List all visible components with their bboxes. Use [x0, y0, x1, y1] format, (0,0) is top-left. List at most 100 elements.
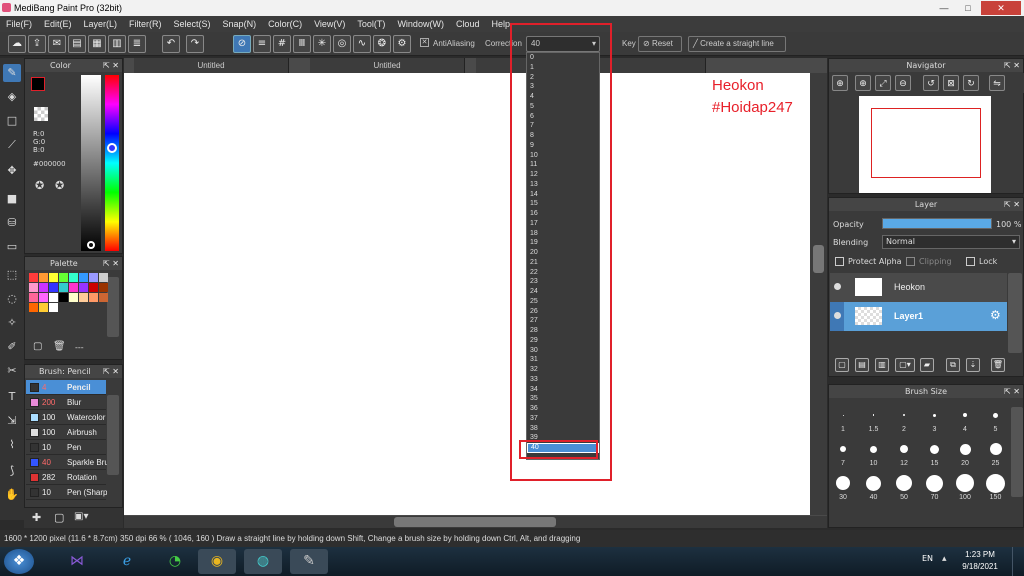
magic-wand-icon[interactable]: ✧ — [3, 314, 21, 332]
menu-tool[interactable]: Tool(T) — [351, 16, 391, 32]
drawing-canvas[interactable]: Heokon #Hoidap247 — [124, 73, 810, 515]
bucket-tool-icon[interactable]: ⛁ — [3, 214, 21, 232]
brush-size-dot[interactable] — [836, 476, 850, 490]
navigator-preview[interactable] — [859, 96, 991, 193]
palette-swatch[interactable] — [39, 293, 48, 302]
panel-close-icon[interactable]: ⇱ ✕ — [1004, 198, 1020, 211]
palette-swatch[interactable] — [49, 293, 58, 302]
palette-swatch[interactable] — [79, 293, 88, 302]
brush-item[interactable]: 100 Watercolor — [26, 410, 106, 425]
menu-filter[interactable]: Filter(R) — [123, 16, 168, 32]
brush-page-icon[interactable]: ▢ — [54, 511, 64, 524]
reset-button[interactable]: ⊘ Reset — [638, 36, 682, 52]
new-layer-menu-icon[interactable]: ▢▾ — [895, 358, 915, 372]
palette-scrollbar[interactable] — [107, 277, 119, 337]
brush-size-dot[interactable] — [926, 474, 943, 492]
brush-item[interactable]: 4 Pencil — [26, 380, 106, 395]
app-icon-green[interactable]: ◔ — [156, 549, 194, 574]
comment-icon[interactable]: ✉ — [48, 35, 66, 53]
menu-view[interactable]: View(V) — [308, 16, 351, 32]
snap-radial-icon[interactable]: ✳ — [313, 35, 331, 53]
brush-size-dot[interactable] — [993, 412, 998, 418]
redo-icon[interactable]: ↷ — [186, 35, 204, 53]
snap-off-icon[interactable]: ⊘ — [233, 35, 251, 53]
operation-tool-icon[interactable]: ⇲ — [3, 412, 21, 430]
brush-menu-icon[interactable]: ▣▾ — [74, 511, 88, 522]
visibility-eye-icon[interactable] — [834, 312, 841, 319]
palette-swatch[interactable] — [99, 293, 108, 302]
delete-palette-icon[interactable]: 🗑 — [53, 341, 66, 352]
select-eraser-icon[interactable]: ✂ — [3, 362, 21, 380]
zoom-actual-icon[interactable]: ⤢ — [875, 75, 891, 91]
palette-swatch[interactable] — [99, 273, 108, 282]
rotate-right-icon[interactable]: ↻ — [963, 75, 979, 91]
layer-row-heokon[interactable]: Heokon — [830, 273, 1007, 302]
brush-size-dot[interactable] — [963, 413, 967, 417]
palette-swatch[interactable] — [89, 293, 98, 302]
rectangle-tool-icon[interactable]: □ — [3, 112, 21, 130]
lock-checkbox[interactable] — [966, 257, 975, 266]
brush-size-dot[interactable] — [956, 474, 974, 492]
palette-swatch[interactable] — [39, 273, 48, 282]
brightness-slider[interactable] — [81, 75, 101, 251]
brush-size-dot[interactable] — [989, 443, 1002, 455]
brush-size-dot[interactable] — [959, 443, 971, 455]
brush-item[interactable]: 10 Pen — [26, 440, 106, 455]
brightness-handle[interactable] — [87, 241, 95, 249]
brush-size-dot[interactable] — [842, 414, 844, 416]
start-button[interactable]: ❖ — [4, 549, 34, 574]
create-straight-line-button[interactable]: ╱ Create a straight line — [688, 36, 786, 52]
palette-swatch[interactable] — [49, 273, 58, 282]
snap-grid-icon[interactable]: # — [273, 35, 291, 53]
zoom-in-icon[interactable]: ⊕ — [855, 75, 871, 91]
canvas-vertical-scrollbar[interactable] — [810, 73, 827, 515]
hue-handle[interactable] — [107, 143, 117, 153]
palette-swatch[interactable] — [89, 273, 98, 282]
divide-tool-icon[interactable]: ⟆ — [3, 462, 21, 480]
panel-close-icon[interactable]: ⇱ ✕ — [103, 365, 119, 378]
menu-snap[interactable]: Snap(N) — [217, 16, 263, 32]
share-icon[interactable]: ⇪ — [28, 35, 46, 53]
layer-settings-gear-icon[interactable]: ⚙ — [990, 308, 1001, 322]
snap-concentric-icon[interactable]: ◎ — [333, 35, 351, 53]
brush-scrollbar[interactable] — [107, 395, 119, 475]
transparent-color-swatch[interactable] — [34, 107, 48, 121]
medibang-icon[interactable]: ◍ — [244, 549, 282, 574]
snap-parallel-icon[interactable]: ≡ — [253, 35, 271, 53]
brush-size-dot[interactable] — [986, 473, 1005, 493]
brush-size-dot[interactable] — [900, 445, 908, 453]
new-halftone-layer-icon[interactable]: ▤ — [855, 358, 869, 372]
panel-close-icon[interactable]: ⇱ ✕ — [103, 257, 119, 270]
duplicate-layer-icon[interactable]: ⧉ — [946, 358, 960, 372]
menu-file[interactable]: File(F) — [0, 16, 38, 32]
visibility-eye-icon[interactable] — [834, 283, 841, 290]
brush-size-dot[interactable] — [870, 445, 877, 453]
brush-size-dot[interactable] — [933, 413, 936, 417]
new-layer-icon[interactable]: ▢ — [835, 358, 849, 372]
fill-rect-tool-icon[interactable]: ■ — [3, 190, 21, 208]
brush-tool-icon[interactable]: ✎ — [3, 64, 21, 82]
canvas-horizontal-scrollbar[interactable] — [124, 516, 827, 528]
palette-swatch[interactable] — [39, 303, 48, 312]
text-tool-icon[interactable]: T — [3, 388, 21, 406]
foreground-color-swatch[interactable] — [31, 77, 45, 91]
palette-swatch[interactable] — [59, 273, 68, 282]
clipping-checkbox[interactable] — [906, 257, 915, 266]
protect-alpha-checkbox[interactable] — [835, 257, 844, 266]
gradient-tool-icon[interactable]: ▭ — [3, 238, 21, 256]
paint-icon[interactable]: ✎ — [290, 549, 328, 574]
palette-swatch[interactable] — [49, 303, 58, 312]
menu-window[interactable]: Window(W) — [391, 16, 450, 32]
brush-item[interactable]: 40 Sparkle Brush — [26, 455, 107, 470]
add-brush-icon[interactable]: ✚ — [32, 511, 41, 524]
menu-layer[interactable]: Layer(L) — [78, 16, 124, 32]
new-palette-icon[interactable]: ▢ — [33, 341, 42, 352]
panels-icon[interactable]: ▥ — [108, 35, 126, 53]
layer-row-layer1[interactable]: Layer1 ⚙ — [830, 302, 1007, 331]
brush-size-dot[interactable] — [840, 446, 846, 452]
tab-untitled-1[interactable]: Untitled — [134, 58, 289, 73]
move-tool-icon[interactable]: ✥ — [3, 162, 21, 180]
palette-swatch[interactable] — [99, 283, 108, 292]
close-button[interactable]: ✕ — [981, 1, 1021, 15]
snap-settings-icon[interactable]: ⚙ — [393, 35, 411, 53]
